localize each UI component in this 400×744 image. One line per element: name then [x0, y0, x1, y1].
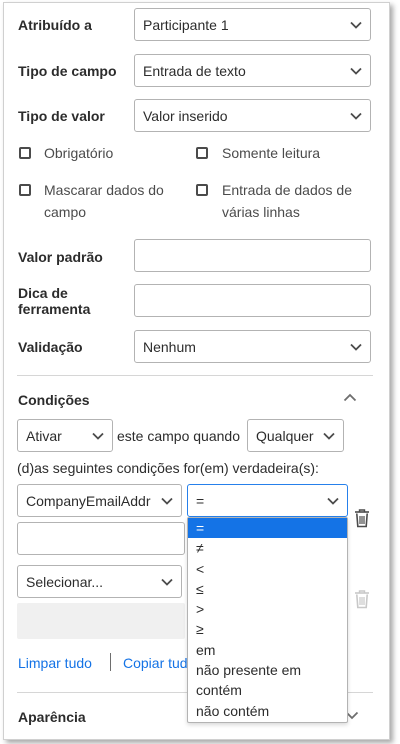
validation-value: Nenhum: [143, 338, 196, 355]
operator-option[interactable]: <: [188, 559, 347, 579]
conditions-sentence: (d)as seguintes condições for(em) verdad…: [17, 460, 319, 476]
condition-field-value-2: Selecionar...: [26, 573, 104, 590]
condition-value-input[interactable]: [17, 522, 185, 555]
operator-option[interactable]: ≥: [188, 619, 347, 639]
tooltip-label-line1: Dica de: [18, 285, 68, 301]
mask-field-checkbox[interactable]: [19, 184, 31, 196]
tooltip-input[interactable]: [134, 284, 371, 317]
chevron-down-icon: [350, 112, 362, 120]
value-type-select[interactable]: Valor inserido: [134, 99, 371, 132]
field-type-value: Entrada de texto: [143, 62, 246, 79]
conditions-title: Condições: [18, 392, 90, 408]
condition-value-placeholder: [17, 603, 185, 639]
operator-dropdown-menu: = ≠ < ≤ > ≥ em não presente em contém não contém: [187, 517, 348, 723]
default-value-input[interactable]: [134, 239, 371, 272]
conditions-middle-text: este campo quando: [117, 428, 240, 444]
clear-all-link[interactable]: Limpar tudo: [18, 655, 92, 671]
operator-option[interactable]: >: [188, 599, 347, 619]
assigned-to-select[interactable]: Participante 1: [134, 8, 371, 41]
operator-option[interactable]: ≠: [188, 538, 347, 558]
copy-all-link[interactable]: Copiar tudo: [123, 655, 195, 671]
trash-icon: [355, 590, 369, 609]
required-label: Obrigatório: [44, 145, 114, 161]
operator-option[interactable]: não contém: [188, 701, 347, 721]
multiline-checkbox[interactable]: [196, 184, 208, 196]
field-type-select[interactable]: Entrada de texto: [134, 54, 371, 87]
chevron-down-icon: [161, 497, 173, 505]
link-separator: [110, 653, 111, 671]
appearance-title: Aparência: [18, 709, 86, 725]
operator-option[interactable]: não presente em: [188, 660, 347, 680]
chevron-down-icon: [92, 432, 104, 440]
chevron-down-icon: [350, 343, 362, 351]
section-divider: [17, 375, 373, 376]
chevron-down-icon: [327, 497, 339, 505]
chevron-down-icon: [323, 432, 335, 440]
multiline-label-line1: Entrada de dados de: [222, 182, 352, 198]
chevron-down-icon: [350, 21, 362, 29]
action-value: Ativar: [26, 427, 62, 444]
field-type-label: Tipo de campo: [18, 63, 117, 79]
mask-field-label-line1: Mascarar dados do: [44, 182, 164, 198]
mask-field-label-line2: campo: [44, 204, 87, 220]
value-type-value: Valor inserido: [143, 107, 228, 124]
condition-field-select-2[interactable]: Selecionar...: [17, 565, 182, 598]
default-value-label: Valor padrão: [18, 249, 103, 265]
chevron-down-icon: [350, 67, 362, 75]
match-select[interactable]: Qualquer: [247, 419, 344, 452]
assigned-to-value: Participante 1: [143, 16, 229, 33]
required-checkbox[interactable]: [19, 147, 31, 159]
trash-icon[interactable]: [353, 508, 371, 528]
operator-option[interactable]: contém: [188, 680, 347, 700]
multiline-label-line2: várias linhas: [222, 204, 300, 220]
condition-operator-value: =: [196, 492, 205, 509]
condition-field-select[interactable]: CompanyEmailAddr: [17, 484, 182, 517]
assigned-to-label: Atribuído a: [18, 17, 92, 33]
operator-option[interactable]: em: [188, 640, 347, 660]
chevron-down-icon: [161, 578, 173, 586]
validation-label: Validação: [18, 339, 83, 355]
match-value: Qualquer: [256, 427, 314, 444]
validation-select[interactable]: Nenhum: [134, 330, 371, 363]
operator-option[interactable]: =: [188, 518, 347, 539]
read-only-checkbox[interactable]: [196, 147, 208, 159]
tooltip-label-line2: ferramenta: [18, 301, 91, 317]
value-type-label: Tipo de valor: [18, 108, 105, 124]
field-properties-panel: Atribuído a Participante 1 Tipo de campo…: [3, 2, 390, 740]
condition-operator-select[interactable]: =: [187, 484, 348, 517]
operator-option[interactable]: ≤: [188, 579, 347, 599]
action-select[interactable]: Ativar: [17, 419, 113, 452]
read-only-label: Somente leitura: [222, 145, 321, 161]
condition-field-value: CompanyEmailAddr: [26, 492, 151, 509]
chevron-up-icon[interactable]: [343, 393, 357, 402]
